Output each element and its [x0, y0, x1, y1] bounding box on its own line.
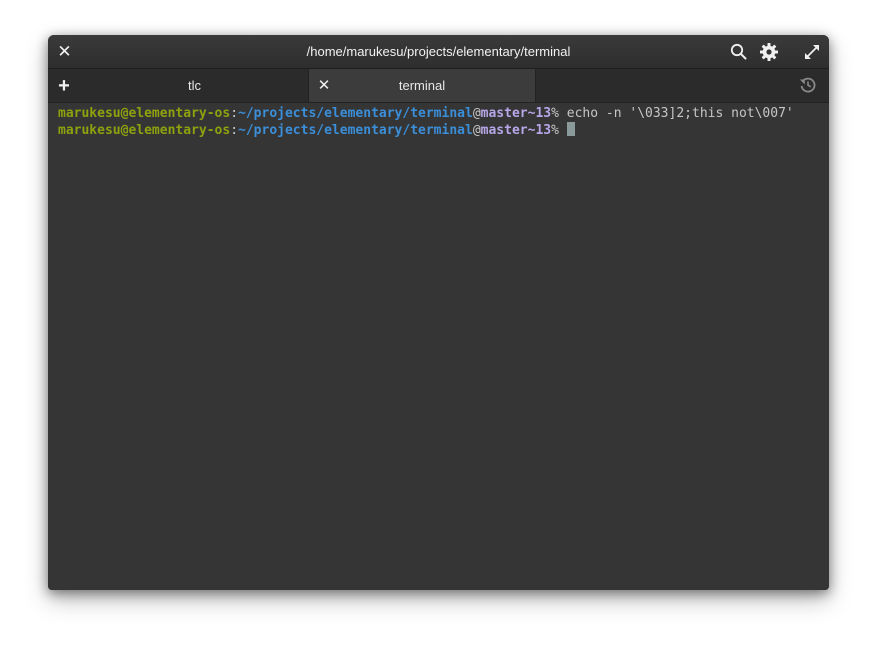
prompt-user-host: marukesu@elementary-os [58, 106, 231, 121]
prompt-at: @ [472, 123, 481, 138]
terminal-line: marukesu@elementary-os:~/projects/elemen… [58, 122, 829, 139]
prompt-path: ~/projects/elementary/terminal [238, 123, 473, 138]
prompt-user-host: marukesu@elementary-os [58, 123, 231, 138]
header-bar: ✕ /home/marukesu/projects/elementary/ter… [48, 35, 829, 69]
closed-tabs-history-button[interactable] [799, 76, 817, 94]
command-text [559, 123, 567, 138]
window-title: /home/marukesu/projects/elementary/termi… [306, 44, 571, 59]
terminal-line: marukesu@elementary-os:~/projects/elemen… [58, 105, 829, 122]
tab-terminal[interactable]: ✕ terminal [308, 69, 536, 102]
tab-label: tlc [188, 78, 201, 93]
close-tab-button[interactable]: ✕ [317, 69, 331, 102]
prompt-symbol: % [551, 123, 559, 138]
prompt-branch: master~13 [480, 123, 552, 138]
tab-bar: + tlc ✕ terminal [48, 69, 829, 103]
command-text: echo -n '\033]2;this not\007' [558, 106, 794, 121]
prompt-colon: : [230, 106, 239, 121]
gear-icon [759, 42, 779, 62]
prompt-path: ~/projects/elementary/terminal [238, 106, 473, 121]
prompt-branch: master~13 [480, 106, 552, 121]
prompt-colon: : [230, 123, 239, 138]
new-tab-button[interactable]: + [55, 76, 73, 96]
terminal-output[interactable]: marukesu@elementary-os:~/projects/elemen… [48, 103, 829, 590]
prompt-symbol: % [551, 106, 559, 121]
text-cursor [566, 122, 575, 136]
terminal-window: ✕ /home/marukesu/projects/elementary/ter… [48, 35, 829, 590]
close-window-button[interactable]: ✕ [56, 43, 73, 60]
tab-label: terminal [398, 78, 446, 93]
search-button[interactable] [729, 42, 749, 62]
settings-button[interactable] [759, 42, 779, 62]
maximize-button[interactable] [802, 42, 822, 62]
search-icon [729, 42, 749, 62]
prompt-at: @ [472, 106, 481, 121]
maximize-icon [802, 42, 822, 62]
tab-tlc[interactable]: tlc [82, 69, 307, 102]
history-icon [799, 77, 817, 98]
